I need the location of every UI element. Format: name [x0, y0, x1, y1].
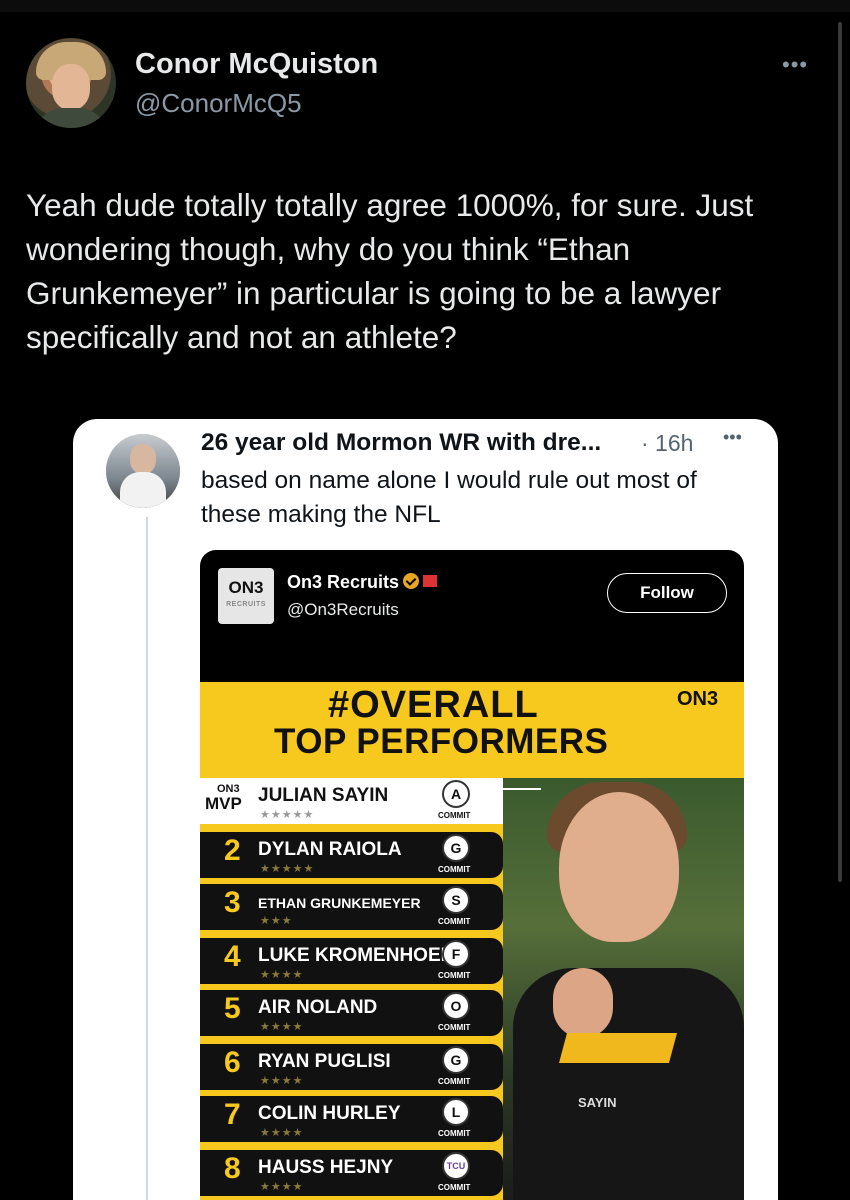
graphic-subhead: TOP PERFORMERS	[274, 722, 609, 761]
photo-jersey-stripe	[558, 1033, 678, 1063]
quoted-timestamp[interactable]: · 16h	[641, 430, 693, 457]
star-rating: ★★★★★	[260, 863, 315, 875]
avatar-face	[52, 64, 90, 110]
rank-row: 2 DYLAN RAIOLA ★★★★★ G COMMIT	[200, 832, 503, 878]
top-performers-graphic: #OVERALL ON3 TOP PERFORMERS SAYIN ON3 MVP…	[200, 682, 744, 1200]
player-name: DYLAN RAIOLA	[258, 839, 402, 860]
verified-badge-icon	[403, 573, 420, 590]
player-name: HAUSS HEJNY	[258, 1157, 394, 1178]
photo-jersey-name: SAYIN	[578, 1095, 617, 1110]
follow-button[interactable]: Follow	[607, 573, 727, 613]
player-name: ETHAN GRUNKEMEYER	[258, 895, 421, 911]
graphic-headline: #OVERALL	[328, 684, 539, 726]
more-dots-icon[interactable]: •••	[782, 52, 808, 78]
rank-number: 8	[224, 1152, 241, 1185]
quoted-more-icon[interactable]: •••	[723, 427, 742, 448]
star-rating: ★★★★	[260, 1075, 304, 1087]
avatar-face	[130, 444, 156, 474]
star-rating: ★★★★	[260, 1021, 304, 1033]
rank-row: 7 COLIN HURLEY ★★★★ L COMMIT	[200, 1096, 503, 1142]
star-rating: ★★★★★	[260, 809, 315, 821]
embedded-author-label: On3 Recruits	[287, 572, 400, 592]
rank-row: 5 AIR NOLAND ★★★★ O COMMIT	[200, 990, 503, 1036]
quoted-author-avatar[interactable]	[106, 434, 180, 508]
photo-arm	[553, 968, 613, 1038]
player-name: RYAN PUGLISI	[258, 1051, 391, 1072]
mvp-label: MVP	[205, 794, 242, 813]
rank-number: 3	[224, 886, 241, 919]
embedded-tweet[interactable]: ON3 RECRUITS On3 Recruits @On3Recruits F…	[200, 550, 744, 1200]
embedded-author-handle[interactable]: @On3Recruits	[287, 600, 399, 620]
school-logo-icon: G	[442, 1046, 470, 1074]
commit-status: COMMIT	[438, 811, 471, 820]
player-photo: SAYIN	[503, 778, 744, 1200]
author-handle[interactable]: @ConorMcQ5	[135, 88, 302, 119]
commit-status: COMMIT	[438, 1023, 471, 1032]
tweet-text: Yeah dude totally totally agree 1000%, f…	[26, 187, 754, 355]
player-name: LUKE KROMENHOEK	[258, 945, 455, 966]
commit-status: COMMIT	[438, 1129, 471, 1138]
rank-number: 2	[224, 834, 241, 867]
school-logo-icon: L	[442, 1098, 470, 1126]
status-bar	[0, 0, 850, 12]
rank-row: 3 ETHAN GRUNKEMEYER ★★★ S COMMIT	[200, 884, 503, 930]
rank-number: 5	[224, 992, 241, 1025]
scrollbar[interactable]	[838, 22, 842, 882]
on3-recruits-logo[interactable]: ON3 RECRUITS	[218, 568, 274, 624]
author-name[interactable]: Conor McQuiston	[135, 48, 378, 81]
logo-subtext: RECRUITS	[226, 601, 266, 608]
star-rating: ★★★★	[260, 1127, 304, 1139]
school-logo-icon: S	[442, 886, 470, 914]
school-logo-icon: TCU	[442, 1152, 470, 1180]
player-name: JULIAN SAYIN	[258, 785, 389, 806]
quoted-text: based on name alone I would rule out mos…	[201, 467, 697, 528]
avatar-shirt	[34, 108, 108, 128]
star-rating: ★★★	[260, 915, 293, 927]
school-logo-icon: A	[442, 780, 470, 808]
avatar-body	[120, 472, 166, 508]
star-rating: ★★★★	[260, 1181, 304, 1193]
rank-row: 6 RYAN PUGLISI ★★★★ G COMMIT	[200, 1044, 503, 1090]
graphic-brand: ON3	[677, 688, 719, 710]
affiliate-badge-icon	[423, 575, 438, 588]
commit-status: COMMIT	[438, 1183, 471, 1192]
rank-number: 6	[224, 1046, 241, 1079]
player-name: AIR NOLAND	[258, 997, 378, 1018]
commit-status: COMMIT	[438, 1077, 471, 1086]
rank-row: 8 HAUSS HEJNY ★★★★ TCU COMMIT	[200, 1150, 503, 1196]
rank-number: 7	[224, 1098, 241, 1131]
embedded-author-name[interactable]: On3 Recruits	[287, 572, 438, 593]
commit-status: COMMIT	[438, 917, 471, 926]
mvp-badge: ON3 MVP	[205, 784, 242, 813]
thread-line	[146, 517, 148, 1200]
logo-text: ON3	[228, 578, 264, 597]
commit-status: COMMIT	[438, 971, 471, 980]
school-logo-icon: F	[442, 940, 470, 968]
school-logo-icon: G	[442, 834, 470, 862]
author-avatar[interactable]	[26, 38, 116, 128]
quoted-tweet-card[interactable]: 26 year old Mormon WR with dre... · 16h …	[73, 419, 778, 1200]
mvp-row: ON3 MVP JULIAN SAYIN ★★★★★ A COMMIT	[200, 778, 503, 824]
school-logo-icon: O	[442, 992, 470, 1020]
photo-head	[559, 792, 679, 942]
quoted-author-name[interactable]: 26 year old Mormon WR with dre...	[201, 429, 601, 457]
star-rating: ★★★★	[260, 969, 304, 981]
commit-status: COMMIT	[438, 865, 471, 874]
player-name: COLIN HURLEY	[258, 1103, 401, 1124]
mvp-connector-line	[503, 788, 541, 790]
photo-shirt	[513, 968, 744, 1200]
rank-number: 4	[224, 940, 241, 973]
rank-row: 4 LUKE KROMENHOEK ★★★★ F COMMIT	[200, 938, 503, 984]
